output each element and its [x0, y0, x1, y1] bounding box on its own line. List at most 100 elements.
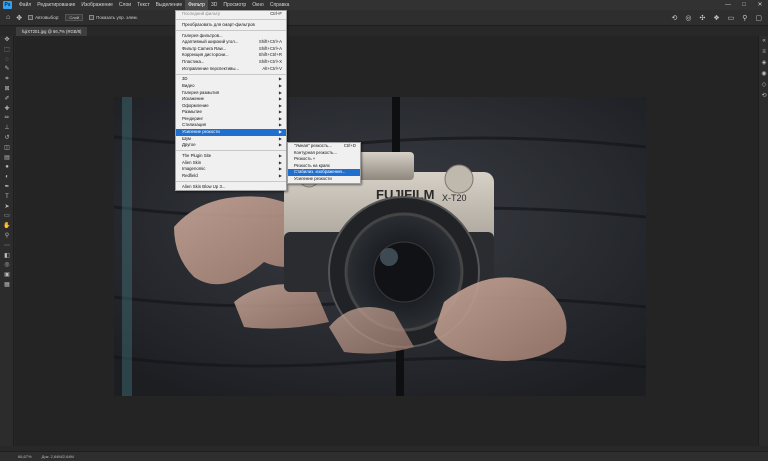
menu-edit[interactable]: Редактирование	[34, 0, 78, 10]
maximize-button[interactable]: □	[736, 0, 752, 10]
menu-select[interactable]: Выделение	[153, 0, 186, 10]
menu-item[interactable]: Преобразовать для смарт-фильтров	[176, 22, 286, 29]
menu-item[interactable]: Пластика... Shift+Ctrl+X	[176, 59, 286, 66]
menu-item-label: Галерея фильтров...	[182, 32, 223, 38]
menu-item[interactable]: Исправление перспективы... Alt+Ctrl+V	[176, 66, 286, 73]
menu-item[interactable]: Коррекция дисторсии... Shift+Ctrl+R	[176, 52, 286, 59]
3d-mode-icon[interactable]: ⟲	[671, 14, 677, 22]
menu-item[interactable]: Alien Skin ▶	[176, 160, 286, 167]
menu-type[interactable]: Текст	[134, 0, 153, 10]
close-button[interactable]: ✕	[752, 0, 768, 10]
zoom-tool-icon[interactable]: ⚲	[0, 232, 14, 242]
eyedropper-icon[interactable]: ✐	[0, 95, 14, 105]
rectangle-tool-icon[interactable]: ▭	[0, 212, 14, 222]
camera-icon[interactable]: ▭	[728, 14, 735, 22]
menu-item-label: Рендеринг	[182, 115, 204, 121]
options-bar: ⌂ ✥ Автовыбор: Слой Показать упр. элем.	[0, 10, 768, 26]
orbit-icon[interactable]: ◎	[685, 14, 691, 22]
hand-tool-icon[interactable]: ✋	[0, 222, 14, 232]
menu-item[interactable]: 3D ▶	[176, 76, 286, 83]
menu-item[interactable]: Оформление ▶	[176, 103, 286, 110]
color-swatches-icon[interactable]: ◧	[0, 252, 14, 262]
layers-icon[interactable]: ◈	[759, 58, 768, 69]
edit-toolbar-icon[interactable]: ▦	[0, 281, 14, 291]
blur-tool-icon[interactable]: ●	[0, 163, 14, 173]
show-controls-checkbox[interactable]	[89, 15, 95, 20]
autoselect-dropdown[interactable]: Слой	[65, 14, 84, 21]
properties-icon[interactable]: ≡	[759, 47, 768, 58]
more-tools-icon[interactable]: ⋯	[0, 242, 14, 252]
autoselect-option[interactable]: Автовыбор:	[28, 15, 59, 20]
menu-file[interactable]: Файл	[16, 0, 34, 10]
frame-tool-icon[interactable]: ⊠	[0, 85, 14, 95]
eraser-icon[interactable]: ◫	[0, 144, 14, 154]
healing-brush-icon[interactable]: ✚	[0, 105, 14, 115]
menu-item[interactable]: Резкость +	[288, 156, 360, 163]
history-icon[interactable]: ⟲	[759, 91, 768, 102]
brush-tool-icon[interactable]: ✏	[0, 114, 14, 124]
menu-item[interactable]: Размытие ▶	[176, 109, 286, 116]
document-tab[interactable]: fujiXT201.jpg @ 66,7% (RGB/8)	[16, 27, 88, 36]
menu-item[interactable]: Рендеринг ▶	[176, 116, 286, 123]
menu-item[interactable]: Шум ▶	[176, 136, 286, 143]
menu-3d[interactable]: 3D	[208, 0, 220, 10]
autoselect-checkbox[interactable]	[28, 15, 34, 20]
minimize-button[interactable]: —	[720, 0, 736, 10]
move-tool-icon[interactable]: ✥	[0, 36, 14, 46]
menu-item[interactable]: "Умная" резкость... Ctrl+D	[288, 143, 360, 150]
menu-image[interactable]: Изображение	[78, 0, 116, 10]
menu-item-label: Imagenomic	[182, 166, 206, 172]
menu-layers[interactable]: Слои	[116, 0, 134, 10]
slide-icon[interactable]: ❖	[713, 14, 719, 22]
show-controls-option[interactable]: Показать упр. элем.	[89, 15, 138, 20]
menu-item[interactable]: Redfield ▶	[176, 173, 286, 180]
pen-tool-icon[interactable]: ✒	[0, 183, 14, 193]
search-icon[interactable]: ⚲	[742, 14, 747, 22]
type-tool-icon[interactable]: T	[0, 193, 14, 203]
menu-item[interactable]: Адаптивный широкий угол... Shift+Ctrl+A	[176, 39, 286, 46]
menu-item[interactable]: Видео ▶	[176, 83, 286, 90]
menu-item-label: Размытие	[182, 109, 202, 115]
gradient-icon[interactable]: ▤	[0, 154, 14, 164]
menu-item[interactable]: Усиление резкости ▶	[176, 129, 286, 136]
menu-item[interactable]: The Plugin Site ▶	[176, 153, 286, 160]
move-tool-icon[interactable]: ✥	[16, 14, 22, 22]
pan-icon[interactable]: ✣	[699, 14, 705, 22]
clone-stamp-icon[interactable]: ⊥	[0, 124, 14, 134]
workspace-icon[interactable]: ▢	[755, 14, 762, 22]
menu-item[interactable]: Галерея фильтров...	[176, 33, 286, 40]
menu-filter[interactable]: Фильтр	[185, 0, 208, 10]
menu-item[interactable]: Стилизация ▶	[176, 122, 286, 129]
menu-window[interactable]: Окно	[249, 0, 267, 10]
home-icon[interactable]: ⌂	[6, 14, 10, 21]
crop-tool-icon[interactable]: ⌗	[0, 75, 14, 85]
menu-item[interactable]: Галерея размытия ▶	[176, 90, 286, 97]
path-select-icon[interactable]: ➤	[0, 203, 14, 213]
history-brush-icon[interactable]: ↺	[0, 134, 14, 144]
paths-icon[interactable]: ◇	[759, 80, 768, 91]
photoshop-logo[interactable]: Ps	[3, 1, 12, 9]
menu-item[interactable]: Усиление резкости	[288, 176, 360, 183]
dodge-tool-icon[interactable]: ◐	[0, 173, 14, 183]
menu-item[interactable]: Alien Skin Blow Up 3...	[176, 184, 286, 191]
menu-item[interactable]: Искажение ▶	[176, 96, 286, 103]
menu-item[interactable]: Стабилиз. изображения...	[288, 169, 360, 176]
menu-item[interactable]: Контурная резкость...	[288, 150, 360, 157]
channels-icon[interactable]: ◉	[759, 69, 768, 80]
menu-item[interactable]: Последний фильтр Ctrl+F	[176, 11, 286, 18]
panel-collapse-icon[interactable]: «	[759, 36, 768, 47]
menu-separator	[176, 150, 286, 152]
menu-help[interactable]: Справка	[267, 0, 293, 10]
menu-item[interactable]: Резкость на краях	[288, 163, 360, 170]
menu-item[interactable]: Фильтр Camera Raw... Shift+Ctrl+A	[176, 46, 286, 53]
marquee-tool-icon[interactable]: ⬚	[0, 46, 14, 56]
quick-mask-icon[interactable]: ◎	[0, 261, 14, 271]
lasso-tool-icon[interactable]: ◌	[0, 56, 14, 66]
menu-view[interactable]: Просмотр	[220, 0, 249, 10]
menu-item[interactable]: Imagenomic ▶	[176, 166, 286, 173]
zoom-level[interactable]: 66,67%	[18, 454, 32, 459]
menu-item[interactable]: Другое ▶	[176, 142, 286, 149]
menu-item-shortcut: Ctrl+D	[343, 143, 356, 148]
quick-select-icon[interactable]: ✎	[0, 65, 14, 75]
screen-mode-icon[interactable]: ▣	[0, 271, 14, 281]
